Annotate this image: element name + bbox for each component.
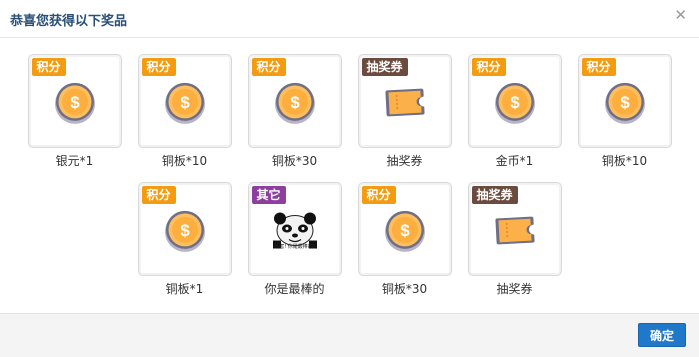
prize-item[interactable]: 积分 $ 铜板*1 (137, 182, 232, 297)
prize-name: 银元*1 (55, 154, 94, 168)
prize-card[interactable]: 积分 $ (27, 54, 122, 148)
prize-item[interactable]: 积分 $ 铜板*10 (577, 54, 672, 169)
coin-icon: $ (163, 209, 207, 257)
ticket-icon (492, 211, 538, 255)
confirm-button[interactable]: 确定 (638, 323, 686, 347)
coin-icon: $ (493, 81, 537, 129)
prize-card[interactable]: 积分 $ (137, 182, 232, 276)
prize-type-badge: 积分 (141, 58, 176, 76)
prize-card[interactable]: 其它 厉害! 你是最棒的! (247, 182, 342, 276)
ticket-icon (382, 83, 428, 127)
prize-card[interactable]: 积分 $ (577, 54, 672, 148)
prize-type-badge: 积分 (471, 58, 506, 76)
svg-text:$: $ (290, 93, 300, 112)
prize-card[interactable]: 抽奖券 (357, 54, 452, 148)
prize-item[interactable]: 抽奖券 抽奖券 (357, 54, 452, 169)
prize-name: 你是最棒的 (264, 282, 325, 296)
coin-icon: $ (383, 209, 427, 257)
prize-item[interactable]: 积分 $ 金币*1 (467, 54, 562, 169)
prize-type-badge: 抽奖券 (471, 186, 518, 204)
prize-name: 铜板*1 (165, 282, 204, 296)
dialog-header: 恭喜您获得以下奖品 ✕ (0, 0, 699, 38)
prize-type-badge: 积分 (361, 186, 396, 204)
prize-grid: 积分 $ 银元*1 积分 $ 铜板*10 积分 $ 铜板*30 抽奖券 抽奖券 积分 $… (0, 54, 699, 310)
coin-icon: $ (603, 81, 647, 129)
close-icon[interactable]: ✕ (674, 8, 687, 23)
prize-type-badge: 积分 (141, 186, 176, 204)
coin-icon: $ (163, 81, 207, 129)
svg-text:$: $ (400, 221, 410, 240)
prize-name: 金币*1 (495, 154, 534, 168)
prize-type-badge: 其它 (251, 186, 286, 204)
prize-type-badge: 抽奖券 (361, 58, 408, 76)
svg-text:$: $ (620, 93, 630, 112)
prize-name: 铜板*30 (381, 282, 428, 296)
prize-card[interactable]: 积分 $ (247, 54, 342, 148)
prize-name: 铜板*10 (161, 154, 208, 168)
prize-card[interactable]: 积分 $ (357, 182, 452, 276)
prize-item[interactable]: 积分 $ 银元*1 (27, 54, 122, 169)
coin-icon: $ (53, 81, 97, 129)
prize-type-badge: 积分 (581, 58, 616, 76)
svg-text:$: $ (510, 93, 520, 112)
prize-row: 积分 $ 铜板*1 其它 厉害! 你是最棒的! 你是最棒的 积分 $ 铜板*30 抽奖券… (0, 182, 699, 297)
prize-row: 积分 $ 银元*1 积分 $ 铜板*10 积分 $ 铜板*30 抽奖券 抽奖券 积分 $… (0, 54, 699, 169)
prize-name: 抽奖券 (386, 154, 423, 168)
prize-card[interactable]: 抽奖券 (467, 182, 562, 276)
prize-item[interactable]: 积分 $ 铜板*30 (247, 54, 342, 169)
svg-text:$: $ (180, 93, 190, 112)
prize-name: 抽奖券 (496, 282, 533, 296)
prize-item[interactable]: 其它 厉害! 你是最棒的! 你是最棒的 (247, 182, 342, 297)
svg-text:$: $ (70, 93, 80, 112)
svg-text:$: $ (180, 221, 190, 240)
prize-item[interactable]: 积分 $ 铜板*10 (137, 54, 232, 169)
prize-card[interactable]: 积分 $ (467, 54, 562, 148)
prize-type-badge: 积分 (31, 58, 66, 76)
dialog-title: 恭喜您获得以下奖品 (10, 14, 128, 29)
prize-name: 铜板*30 (271, 154, 318, 168)
dialog-footer: 确定 (0, 313, 699, 357)
prize-card[interactable]: 积分 $ (137, 54, 232, 148)
prize-item[interactable]: 抽奖券 抽奖券 (467, 182, 562, 297)
coin-icon: $ (273, 81, 317, 129)
prize-name: 铜板*10 (601, 154, 648, 168)
meme-caption: 厉害! 你是最棒的! (274, 244, 315, 250)
prize-item[interactable]: 积分 $ 铜板*30 (357, 182, 452, 297)
prize-type-badge: 积分 (251, 58, 286, 76)
